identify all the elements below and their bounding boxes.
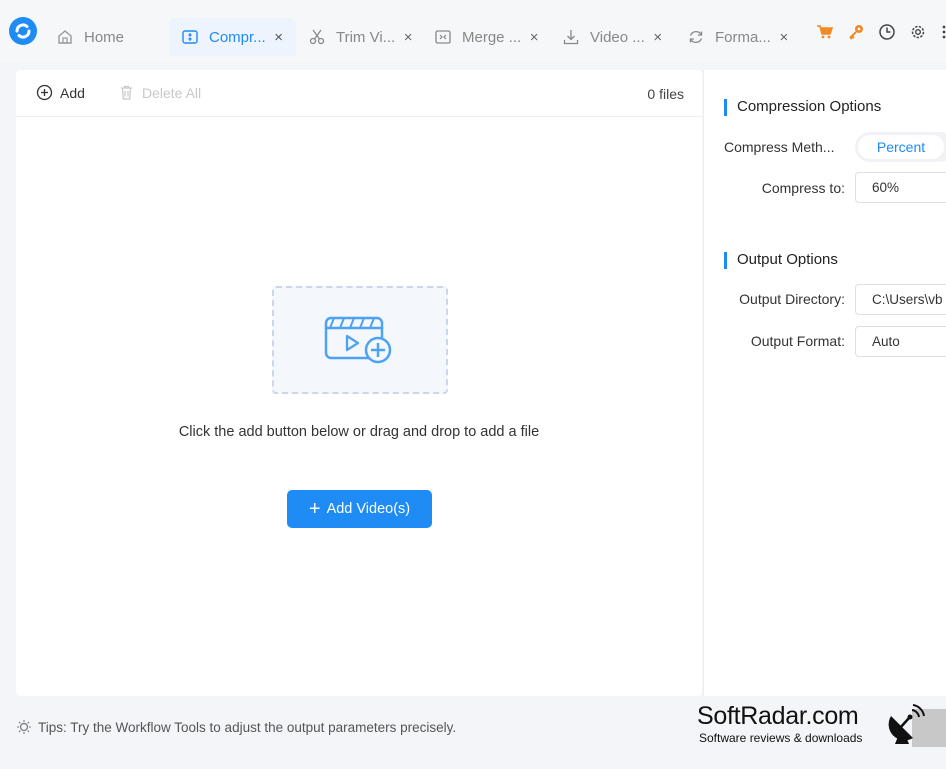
app-logo-icon	[9, 17, 37, 45]
compress-icon	[181, 28, 199, 46]
convert-icon	[687, 28, 705, 46]
file-count: 0 files	[647, 86, 684, 102]
tab-label: Compr...	[209, 28, 266, 46]
tab-label: Merge ...	[462, 28, 522, 46]
plus-icon: +	[308, 498, 321, 520]
close-icon[interactable]: ×	[272, 29, 286, 46]
file-toolbar: Add Delete All 0 files	[16, 70, 702, 117]
output-directory-field[interactable]: C:\Users\vb	[855, 284, 946, 315]
tab-home[interactable]: Home	[50, 18, 162, 56]
history-clock-icon[interactable]	[878, 23, 896, 41]
compress-method-label: Compress Meth...	[724, 139, 835, 155]
output-options-title: Output Options	[724, 251, 838, 269]
add-videos-label: Add Video(s)	[326, 501, 411, 517]
home-icon	[56, 28, 74, 46]
output-format-select[interactable]: Auto	[855, 326, 946, 357]
compress-method-toggle[interactable]: Percent	[855, 132, 946, 162]
satellite-dish-icon	[888, 704, 925, 744]
close-icon[interactable]: ×	[527, 29, 541, 46]
trash-icon	[118, 84, 135, 101]
add-videos-button[interactable]: + Add Video(s)	[287, 490, 432, 528]
lightbulb-icon	[17, 720, 31, 734]
tips-bar: Tips: Try the Workflow Tools to adjust t…	[16, 719, 456, 735]
tab-format-convert[interactable]: Forma... ×	[677, 18, 801, 56]
tab-video-download[interactable]: Video ... ×	[552, 18, 676, 56]
compression-options-title: Compression Options	[724, 98, 881, 116]
tab-trim-video[interactable]: Trim Vi... ×	[298, 18, 420, 56]
download-icon	[562, 28, 580, 46]
bottom-strip	[0, 752, 946, 769]
delete-all-label: Delete All	[142, 84, 202, 101]
close-icon[interactable]: ×	[401, 29, 415, 46]
compress-to-label: Compress to:	[761, 180, 845, 196]
close-icon[interactable]: ×	[777, 29, 791, 46]
tab-merge[interactable]: Merge ... ×	[424, 18, 548, 56]
compress-method-percent[interactable]: Percent	[858, 135, 944, 159]
scissors-icon	[308, 28, 326, 46]
more-menu-icon[interactable]	[938, 23, 946, 41]
file-list-panel: Add Delete All 0 files Click the add but…	[16, 70, 702, 696]
output-directory-label: Output Directory:	[739, 291, 845, 307]
drop-hint-text: Click the add button below or drag and d…	[178, 424, 540, 440]
drop-zone[interactable]	[272, 286, 448, 394]
softradar-watermark: SoftRadar.com Software reviews & downloa…	[695, 702, 946, 748]
add-label: Add	[60, 84, 85, 101]
tab-label: Forma...	[715, 28, 771, 46]
close-icon[interactable]: ×	[651, 29, 665, 46]
tab-compress[interactable]: Compr... ×	[169, 18, 296, 56]
add-circle-icon	[36, 84, 53, 101]
watermark-subtitle: Software reviews & downloads	[699, 731, 863, 745]
cart-icon[interactable]	[816, 23, 834, 41]
options-panel: Compression Options Compress Meth... Per…	[703, 70, 946, 696]
watermark-title: SoftRadar.com	[697, 702, 859, 730]
gear-icon[interactable]	[909, 23, 927, 41]
tab-label: Trim Vi...	[336, 28, 396, 46]
add-button[interactable]: Add	[36, 84, 85, 101]
output-format-label: Output Format:	[750, 333, 845, 349]
merge-icon	[434, 28, 452, 46]
tab-label: Home	[84, 28, 125, 46]
tips-text: Tips: Try the Workflow Tools to adjust t…	[38, 719, 457, 735]
tab-bar: Home Compr... × Trim Vi... × Merge ... ×…	[0, 0, 946, 62]
key-icon[interactable]	[847, 23, 865, 41]
compress-to-field[interactable]: 60%	[855, 172, 946, 203]
delete-all-button[interactable]: Delete All	[118, 84, 201, 101]
tab-label: Video ...	[590, 28, 645, 46]
video-add-icon	[324, 316, 392, 364]
